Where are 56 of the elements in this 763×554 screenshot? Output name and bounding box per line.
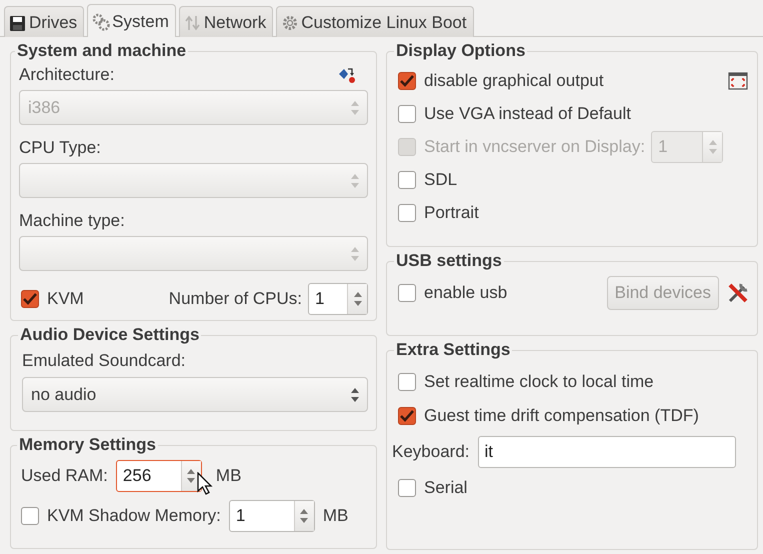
spinner-arrows-icon bbox=[351, 388, 359, 402]
spin-box[interactable]: 256 bbox=[116, 460, 202, 492]
checkbox[interactable] bbox=[398, 170, 416, 188]
text-field[interactable]: it bbox=[478, 436, 736, 468]
spin-box[interactable]: 1 bbox=[228, 500, 315, 532]
checkbox[interactable] bbox=[398, 284, 416, 302]
pointer-icon bbox=[197, 472, 213, 496]
field-label: Emulated Soundcard: bbox=[22, 350, 186, 372]
tab[interactable]: Customize Linux Boot bbox=[276, 6, 474, 37]
tab[interactable]: Drives bbox=[4, 6, 84, 37]
checkbox-label: SDL bbox=[424, 168, 458, 190]
gear-icon bbox=[281, 14, 300, 32]
spinner-arrows-icon bbox=[351, 100, 359, 114]
checkbox-label: Start in vncserver on Display: bbox=[424, 136, 646, 158]
field-label: Used RAM: bbox=[21, 465, 108, 487]
arrows-icon bbox=[184, 14, 202, 32]
field-label: Keyboard: bbox=[392, 441, 470, 463]
checkbox-label: Use VGA instead of Default bbox=[424, 102, 631, 124]
tab[interactable]: System bbox=[87, 4, 176, 37]
checkbox[interactable] bbox=[398, 373, 416, 391]
field-label: Machine type: bbox=[19, 210, 125, 232]
checkbox-label: KVM bbox=[47, 288, 84, 310]
checkbox[interactable] bbox=[21, 507, 39, 525]
checkbox-label: KVM Shadow Memory: bbox=[47, 505, 221, 527]
spin-box[interactable]: 1 bbox=[308, 283, 368, 315]
checkbox[interactable] bbox=[398, 407, 416, 425]
checkbox-label: enable usb bbox=[424, 282, 508, 304]
checkbox[interactable] bbox=[398, 479, 416, 497]
field-label: Architecture: bbox=[19, 64, 114, 86]
combo-box: i386 bbox=[19, 90, 368, 125]
spinner-arrows-icon bbox=[300, 509, 308, 523]
combo-box[interactable]: no audio bbox=[22, 377, 368, 412]
checkbox-label: Guest time drift compensation (TDF) bbox=[424, 405, 699, 427]
spinner-arrows-icon bbox=[187, 469, 196, 483]
gears-icon bbox=[92, 13, 110, 31]
settings-swap-icon bbox=[338, 66, 356, 84]
checkbox[interactable] bbox=[21, 290, 39, 308]
spinner-arrows-icon bbox=[351, 174, 359, 188]
spinner-arrows-icon bbox=[354, 292, 362, 306]
unit-label: MB bbox=[322, 505, 348, 527]
field-label: Number of CPUs: bbox=[168, 288, 302, 310]
window-icon bbox=[728, 72, 748, 90]
unit-label: MB bbox=[216, 465, 242, 487]
checkbox-label: disable graphical output bbox=[424, 70, 604, 92]
spinner-arrows-icon bbox=[708, 140, 717, 154]
spin-box: 1 bbox=[651, 130, 724, 162]
tools-icon bbox=[727, 282, 749, 304]
checkbox-label: Portrait bbox=[424, 202, 479, 224]
checkbox-label: Set realtime clock to local time bbox=[424, 371, 654, 393]
tab[interactable]: Network bbox=[178, 6, 274, 37]
checkbox[interactable] bbox=[398, 104, 416, 122]
checkbox[interactable] bbox=[398, 72, 416, 90]
spinner-arrows-icon bbox=[351, 246, 359, 260]
checkbox[interactable] bbox=[398, 204, 416, 222]
field-label: CPU Type: bbox=[19, 137, 101, 159]
checkbox-label: Serial bbox=[424, 477, 468, 499]
